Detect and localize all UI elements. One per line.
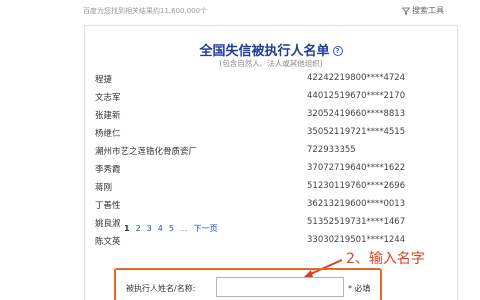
annotation-step-label: 2、输入名字	[346, 251, 425, 267]
executee-name: 杨继仁	[95, 129, 121, 139]
executee-name: 程捷	[95, 75, 113, 85]
list-item[interactable]: 文志军 44012519670****2170	[85, 88, 457, 106]
executee-name: 丁善性	[95, 201, 121, 211]
search-tools-label: 搜索工具	[412, 6, 444, 15]
executee-name-input[interactable]	[216, 277, 344, 297]
pagination: 1 2 3 4 5 ... 下一页	[124, 223, 218, 234]
list-item[interactable]: 杨继仁 35052119721****4515	[85, 124, 457, 142]
executee-name: 蒋刚	[95, 183, 113, 193]
executee-id: 51230119760****2696	[307, 181, 406, 191]
result-count: 百度为您找到相关结果约11,600,000个	[83, 7, 208, 15]
help-icon[interactable]: ?	[332, 46, 343, 56]
filter-icon	[402, 7, 410, 15]
executee-name-label: 被执行人姓名/名称:	[126, 284, 196, 293]
executee-id: 36213219600****0013	[307, 199, 406, 209]
page-link-1[interactable]: 1	[124, 224, 130, 233]
executee-name: 文志军	[95, 93, 121, 103]
executee-id: 722933355	[307, 145, 356, 155]
list-item[interactable]: 张建新 32052419660****8813	[85, 106, 457, 124]
required-mark: * 必填	[348, 284, 371, 293]
executee-name: 李秀霞	[95, 165, 121, 175]
executee-id: 33030219501****1244	[307, 235, 406, 245]
executee-name: 潮州市艺之莲锆化骨质瓷厂	[95, 147, 198, 157]
list-item[interactable]: 丁善性 36213219600****0013	[85, 196, 457, 214]
executee-id: 32052419660****8813	[307, 109, 406, 119]
page-link-2[interactable]: 2	[136, 224, 141, 233]
card-subtitle: (包含自然人、法人或其他组织)	[219, 59, 323, 68]
executee-id: 51352519731****1467	[307, 217, 406, 227]
page-link-5[interactable]: 5	[169, 224, 174, 233]
list-item[interactable]: 李秀霞 37072719640****1622	[85, 160, 457, 178]
card-title-wrap: 全国失信被执行人名单?	[85, 40, 457, 59]
card-title: 全国失信被执行人名单	[199, 44, 330, 59]
pagination-ellipsis: ...	[179, 224, 188, 233]
list-item[interactable]: 程捷 42242219800****4724	[85, 70, 457, 88]
executee-id: 37072719640****1622	[307, 163, 406, 173]
executee-id: 35052119721****4515	[307, 127, 406, 137]
next-page-link[interactable]: 下一页	[194, 223, 218, 234]
executee-id: 42242219800****4724	[307, 73, 406, 83]
executee-name: 张建新	[95, 111, 121, 121]
page-link-4[interactable]: 4	[158, 224, 163, 233]
page-link-3[interactable]: 3	[147, 224, 152, 233]
list-item[interactable]: 蒋刚 51230119760****2696	[85, 178, 457, 196]
list-item[interactable]: 潮州市艺之莲锆化骨质瓷厂 722933355	[85, 142, 457, 160]
executee-id: 44012519670****2170	[307, 91, 406, 101]
search-tools-button[interactable]: 搜索工具	[402, 5, 444, 16]
executee-name: 陈文英	[95, 237, 121, 247]
executee-name: 姚良淑	[95, 219, 121, 229]
